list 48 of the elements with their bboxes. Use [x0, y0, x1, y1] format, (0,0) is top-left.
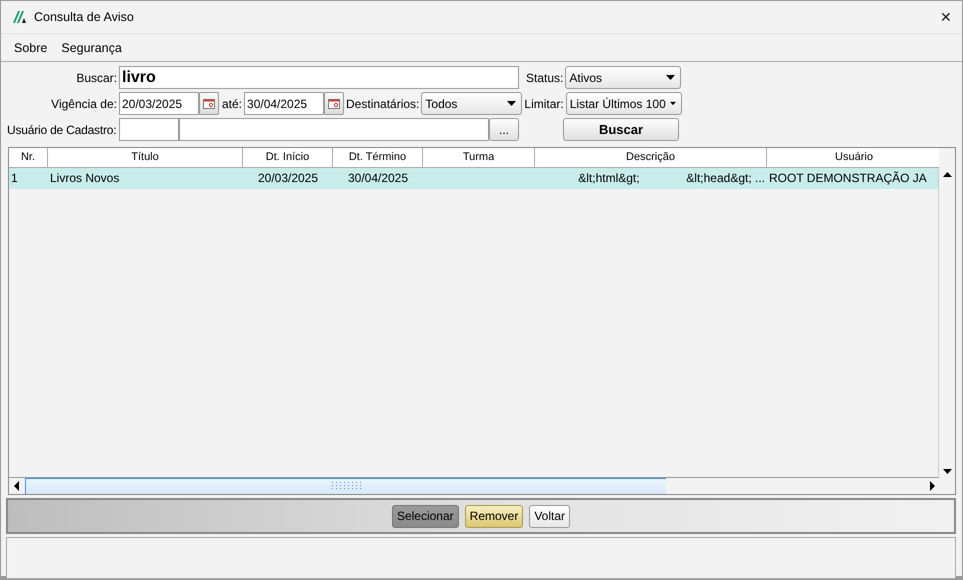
window-title: Consulta de Aviso	[34, 10, 135, 24]
table-row[interactable]: 1 Livros Novos 20/03/2025 30/04/2025 &lt;html&gt; &lt;head&gt; ... ROOT DEMONSTRAÇÃO JA	[9, 168, 939, 189]
date-picker-button[interactable]	[199, 92, 219, 115]
field-label: Buscar:	[75, 70, 117, 84]
table-cell-text: ROOT DEMONSTRAÇÃO JA	[768, 170, 928, 187]
search-button[interactable]: Buscar	[563, 118, 679, 141]
calendar-icon	[328, 98, 340, 108]
status-dropdown[interactable]: Ativos	[565, 66, 682, 89]
column-header[interactable]: Usuário	[767, 148, 939, 168]
table-cell-text: 20/03/2025	[256, 170, 320, 187]
table-cell-text: 30/04/2025	[346, 170, 410, 187]
recipients-dropdown[interactable]: Todos	[421, 92, 522, 115]
column-header[interactable]: Dt. Término	[333, 148, 423, 168]
table-cell-text: &lt;html&gt; &lt;head&gt; ...	[577, 170, 766, 187]
user-code-field[interactable]	[119, 118, 179, 141]
close-icon[interactable]: ✕	[940, 9, 952, 25]
action-button[interactable]: Remover	[464, 504, 524, 528]
limit-dropdown[interactable]: Listar Últimos 100	[566, 92, 682, 115]
field-label: Usuário de Cadastro:	[7, 122, 117, 136]
table-cell-text: Livros Novos	[49, 170, 120, 187]
action-button[interactable]: Selecionar	[392, 504, 459, 528]
column-header[interactable]: Descrição	[535, 148, 767, 168]
date-field[interactable]: 20/03/2025	[119, 92, 199, 115]
app-logo-icon	[13, 11, 27, 23]
browse-button[interactable]: ...	[489, 118, 519, 141]
action-button[interactable]: Voltar	[529, 504, 570, 528]
menu-item[interactable]: Segurança	[54, 40, 129, 54]
field-label: Vigência de:	[50, 96, 117, 110]
table-cell-text: 1	[10, 170, 19, 187]
date-field[interactable]: 30/04/2025	[244, 92, 324, 115]
column-header[interactable]: Dt. Início	[243, 148, 333, 168]
column-header[interactable]: Nr.	[9, 148, 48, 168]
field-label: Status:	[526, 70, 564, 84]
dropdown-arrow-icon	[670, 101, 676, 106]
column-header[interactable]: Título	[48, 148, 243, 168]
field-label: Destinatários:	[346, 96, 420, 110]
column-header[interactable]: Turma	[423, 148, 535, 168]
search-field[interactable]: livro	[119, 66, 519, 89]
scroll-thumb[interactable]	[25, 478, 666, 494]
field-label: Limitar:	[524, 96, 564, 110]
dropdown-arrow-icon	[666, 75, 676, 80]
calendar-icon	[203, 98, 215, 108]
user-name-field[interactable]	[179, 118, 489, 141]
date-picker-button[interactable]	[324, 92, 344, 115]
field-label: até:	[222, 96, 242, 110]
horizontal-scrollbar[interactable]	[9, 477, 939, 494]
dropdown-arrow-icon	[507, 101, 516, 106]
menu-item[interactable]: Sobre	[7, 40, 54, 54]
